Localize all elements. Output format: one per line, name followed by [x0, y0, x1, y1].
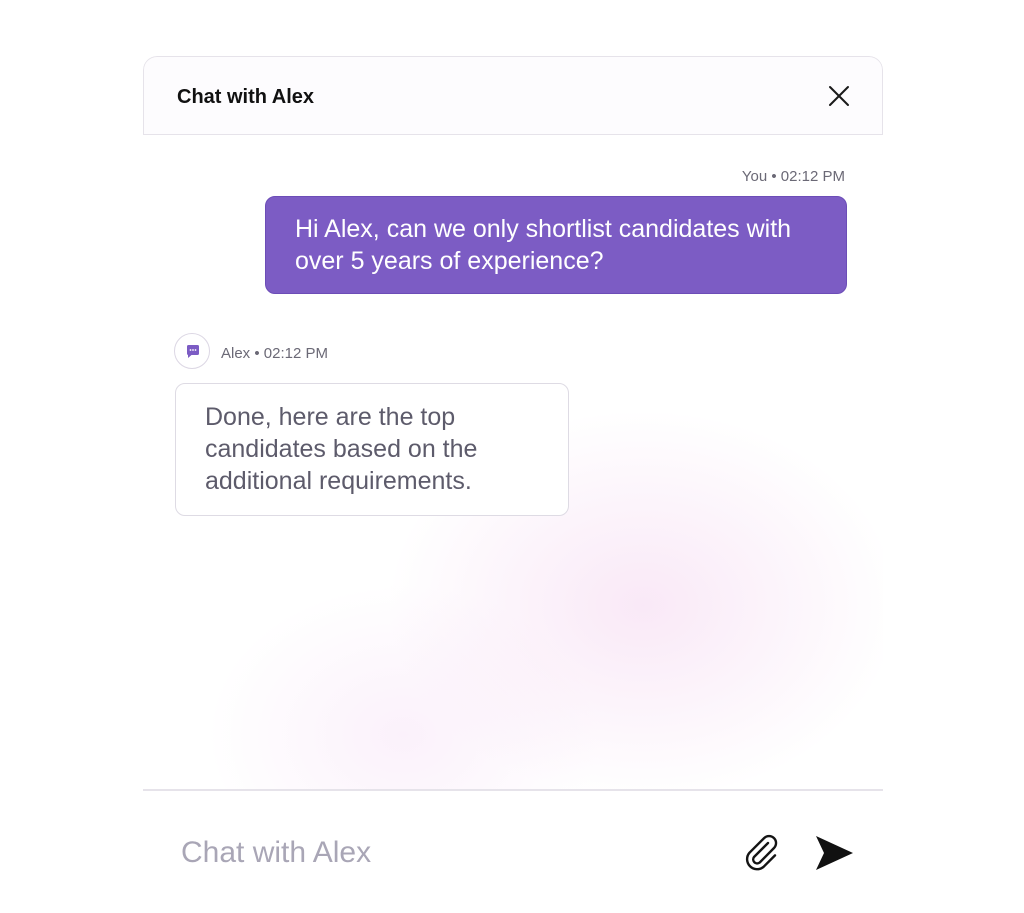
paperclip-icon: [745, 834, 778, 871]
send-icon: [816, 836, 853, 870]
chat-header: Chat with Alex: [143, 56, 883, 135]
alex-avatar: [174, 333, 210, 369]
alex-message-bubble: Done, here are the top candidates based …: [175, 383, 569, 516]
chat-window: Chat with Alex You • 02:12 PM Hi Alex, c…: [143, 56, 883, 913]
composer: [143, 789, 883, 913]
chat-title: Chat with Alex: [177, 86, 315, 108]
alex-message-meta: Alex • 02:12 PM: [221, 345, 328, 362]
message-list[interactable]: You • 02:12 PM Hi Alex, can we only shor…: [143, 135, 883, 789]
user-message-meta: You • 02:12 PM: [741, 168, 845, 185]
chat-input[interactable]: [181, 833, 701, 873]
send-button[interactable]: [813, 833, 855, 873]
close-button[interactable]: [826, 83, 852, 109]
attach-button[interactable]: [741, 831, 781, 873]
close-icon: [829, 86, 849, 106]
user-message-bubble: Hi Alex, can we only shortlist candidate…: [265, 196, 847, 294]
chat-bubble-icon: [186, 345, 199, 358]
